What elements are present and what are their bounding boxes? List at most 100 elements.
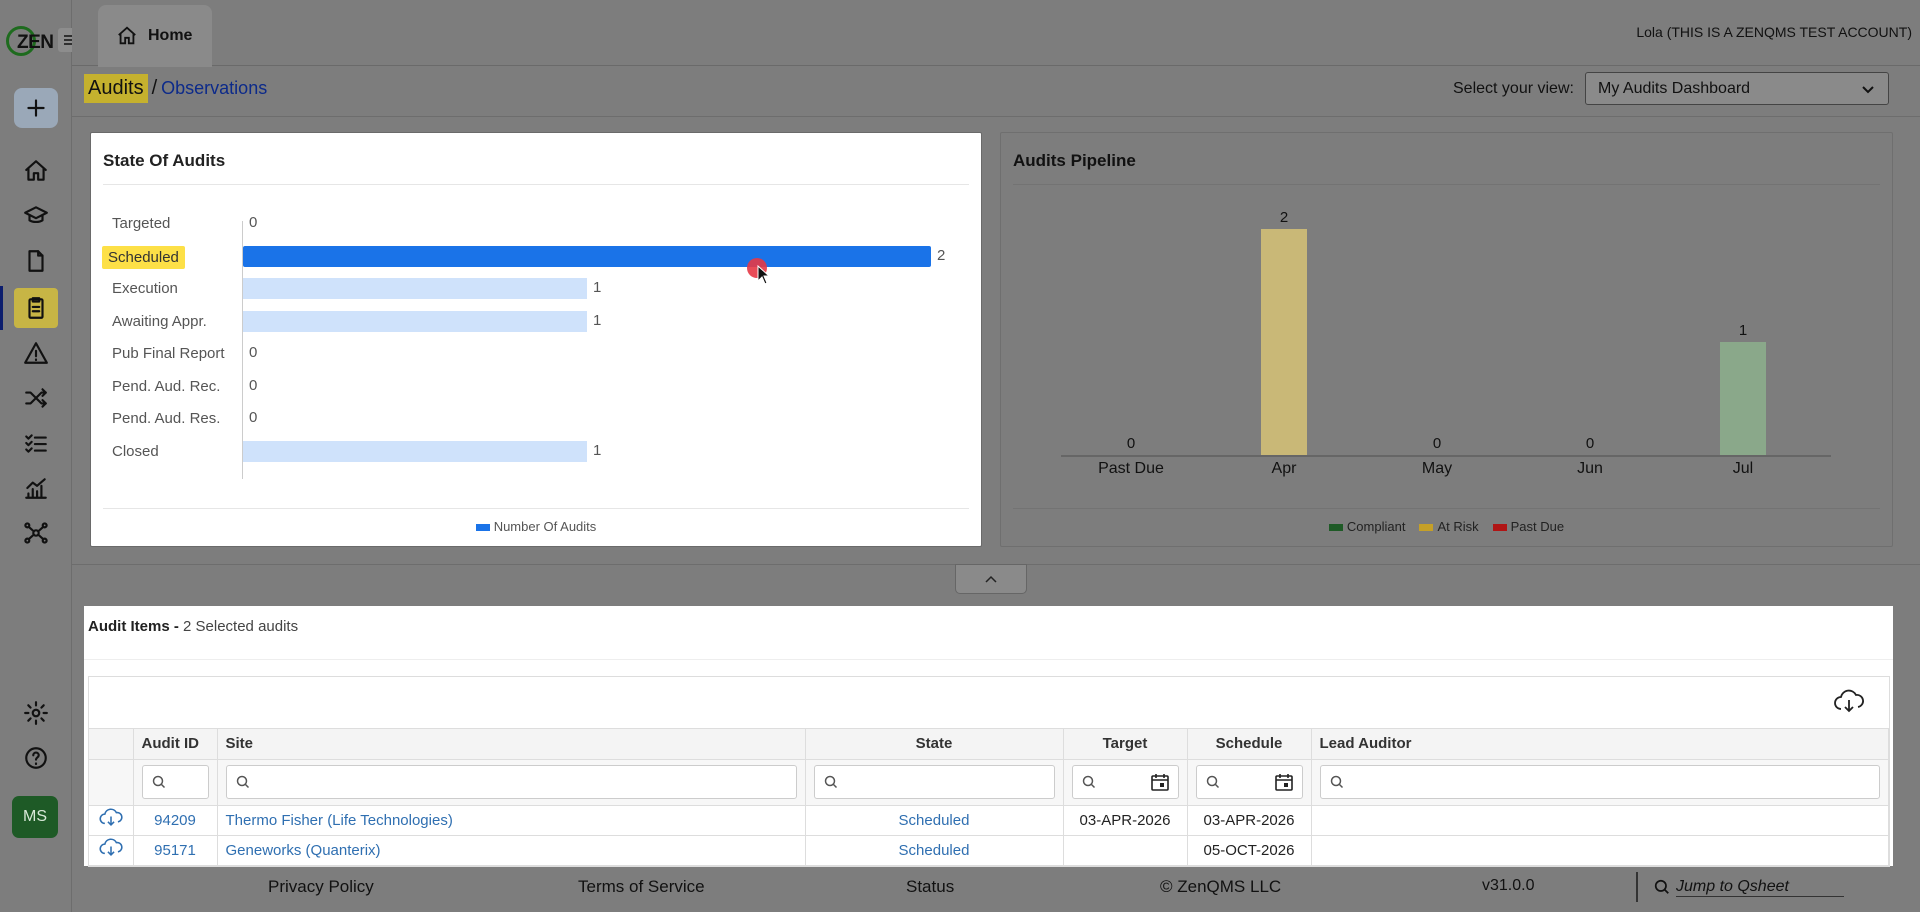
schedule-date-filter-input[interactable] xyxy=(1195,765,1303,799)
data-label: 2 xyxy=(937,246,946,264)
audit-items-grid: Audit ID Site State Target Schedule Lead… xyxy=(88,676,1890,867)
x-tick-label: May xyxy=(1421,460,1453,477)
cloud-download-icon[interactable] xyxy=(98,808,124,828)
column-header-site[interactable]: Site xyxy=(217,729,806,760)
gear-icon[interactable] xyxy=(14,693,58,733)
audit-id-filter-input[interactable] xyxy=(141,765,209,799)
calendar-icon[interactable] xyxy=(1150,772,1170,792)
data-label: 1 xyxy=(1738,322,1748,339)
lead-auditor-filter-input[interactable] xyxy=(1319,765,1880,799)
tab-home[interactable]: Home xyxy=(98,5,212,67)
bar[interactable] xyxy=(243,310,587,332)
breadcrumb-current: Audits xyxy=(84,73,148,103)
chart-icon[interactable] xyxy=(14,468,58,508)
state-link[interactable]: Scheduled xyxy=(899,812,970,829)
user-account-name[interactable]: Lola (THIS IS A ZENQMS TEST ACCOUNT) xyxy=(1636,24,1912,40)
row-download-cell xyxy=(89,805,134,836)
breadcrumb-observations-link[interactable]: Observations xyxy=(161,78,267,99)
jump-to-qsheet-input[interactable]: Jump to Qsheet xyxy=(1676,878,1844,897)
column-header-actions xyxy=(89,729,134,760)
column-header-audit-id[interactable]: Audit ID xyxy=(133,729,218,760)
copyright: © ZenQMS LLC xyxy=(1160,877,1282,896)
site-link[interactable]: Geneworks (Quanterix) xyxy=(226,842,381,859)
audit-id-link[interactable]: 94209 xyxy=(154,812,196,829)
status-link[interactable]: Status xyxy=(906,877,954,897)
y-tick-label[interactable]: Closed xyxy=(108,441,163,462)
data-label: 0 xyxy=(249,344,258,361)
legend-label: Number Of Audits xyxy=(493,519,597,534)
search-icon xyxy=(1206,775,1219,789)
state-link[interactable]: Scheduled xyxy=(899,842,970,859)
cloud-download-icon[interactable] xyxy=(98,838,124,858)
data-label: 2 xyxy=(1279,209,1289,226)
home-icon[interactable] xyxy=(14,151,58,191)
collapse-charts-button[interactable] xyxy=(955,564,1027,594)
y-tick-label[interactable]: Pend. Aud. Rec. xyxy=(108,376,224,397)
y-tick-label[interactable]: Pub Final Report xyxy=(108,343,229,364)
clipboard-icon[interactable] xyxy=(14,288,58,328)
grid-toolbar xyxy=(89,677,1889,729)
audit-id-link[interactable]: 95171 xyxy=(154,842,196,859)
filter-cell xyxy=(1063,759,1188,806)
avatar[interactable]: MS xyxy=(12,796,58,838)
bar[interactable] xyxy=(1261,229,1307,455)
legend-item[interactable]: Number Of Audits xyxy=(475,519,597,534)
help-icon[interactable] xyxy=(14,738,58,778)
divider xyxy=(1013,184,1880,185)
zen-logo[interactable]: ZEN xyxy=(6,24,54,58)
y-tick-label[interactable]: Awaiting Appr. xyxy=(108,311,211,332)
terms-of-service-link[interactable]: Terms of Service xyxy=(578,877,705,897)
bar[interactable] xyxy=(243,440,587,462)
y-tick-label[interactable]: Execution xyxy=(108,278,182,299)
x-tick-label: Jun xyxy=(1577,460,1603,477)
data-label: 0 xyxy=(249,214,258,231)
plus-icon[interactable] xyxy=(14,88,58,128)
view-select[interactable]: My Audits Dashboard xyxy=(1585,72,1889,105)
lead-auditor-cell xyxy=(1311,835,1889,866)
column-header-lead-auditor[interactable]: Lead Auditor xyxy=(1311,729,1889,760)
search-icon xyxy=(824,775,837,789)
audit-items-table: Audit ID Site State Target Schedule Lead… xyxy=(89,729,1889,866)
target-date-filter-input[interactable] xyxy=(1071,765,1179,799)
data-label: 0 xyxy=(249,409,258,426)
target-cell xyxy=(1063,835,1188,866)
bar[interactable] xyxy=(243,245,931,267)
mouse-cursor-icon xyxy=(757,265,771,285)
checklist-icon[interactable] xyxy=(14,423,58,463)
legend-item-at-risk[interactable]: At Risk xyxy=(1419,519,1479,534)
privacy-policy-link[interactable]: Privacy Policy xyxy=(268,877,374,897)
site-link[interactable]: Thermo Fisher (Life Technologies) xyxy=(226,812,453,829)
network-icon[interactable] xyxy=(14,513,58,553)
y-tick-label[interactable]: Scheduled xyxy=(102,245,185,269)
chart-row: Pub Final Report 0 xyxy=(91,339,983,365)
chart-row: Targeted 0 xyxy=(91,209,983,235)
warning-icon[interactable] xyxy=(14,333,58,373)
column-header-schedule[interactable]: Schedule xyxy=(1187,729,1312,760)
target-cell: 03-APR-2026 xyxy=(1063,805,1188,836)
legend-item-compliant[interactable]: Compliant xyxy=(1328,519,1405,534)
bar[interactable] xyxy=(243,278,587,299)
graduation-cap-icon[interactable] xyxy=(14,196,58,236)
table-header-row: Audit ID Site State Target Schedule Lead… xyxy=(89,729,1889,760)
calendar-icon[interactable] xyxy=(1274,772,1294,792)
chart-legend: Number Of Audits xyxy=(91,519,981,534)
filter-cell xyxy=(1311,759,1889,806)
bar[interactable] xyxy=(1720,342,1766,455)
data-label: 0 xyxy=(1432,435,1442,452)
table-row[interactable]: 95171 Geneworks (Quanterix) Scheduled 05… xyxy=(89,835,1889,866)
legend-item-past-due[interactable]: Past Due xyxy=(1492,519,1565,534)
document-icon[interactable] xyxy=(14,241,58,281)
column-header-target[interactable]: Target xyxy=(1063,729,1188,760)
y-tick-label[interactable]: Pend. Aud. Res. xyxy=(108,408,224,429)
search-icon xyxy=(1654,879,1669,894)
column-header-state[interactable]: State xyxy=(805,729,1064,760)
y-tick-label[interactable]: Targeted xyxy=(108,213,174,234)
site-filter-input[interactable] xyxy=(225,765,797,799)
legend-label: Past Due xyxy=(1510,519,1565,534)
search-icon xyxy=(152,775,165,789)
cloud-download-icon[interactable] xyxy=(1833,689,1865,715)
x-tick-label: Apr xyxy=(1271,460,1297,477)
state-filter-input[interactable] xyxy=(813,765,1055,799)
table-row[interactable]: 94209 Thermo Fisher (Life Technologies) … xyxy=(89,805,1889,836)
shuffle-icon[interactable] xyxy=(14,378,58,418)
